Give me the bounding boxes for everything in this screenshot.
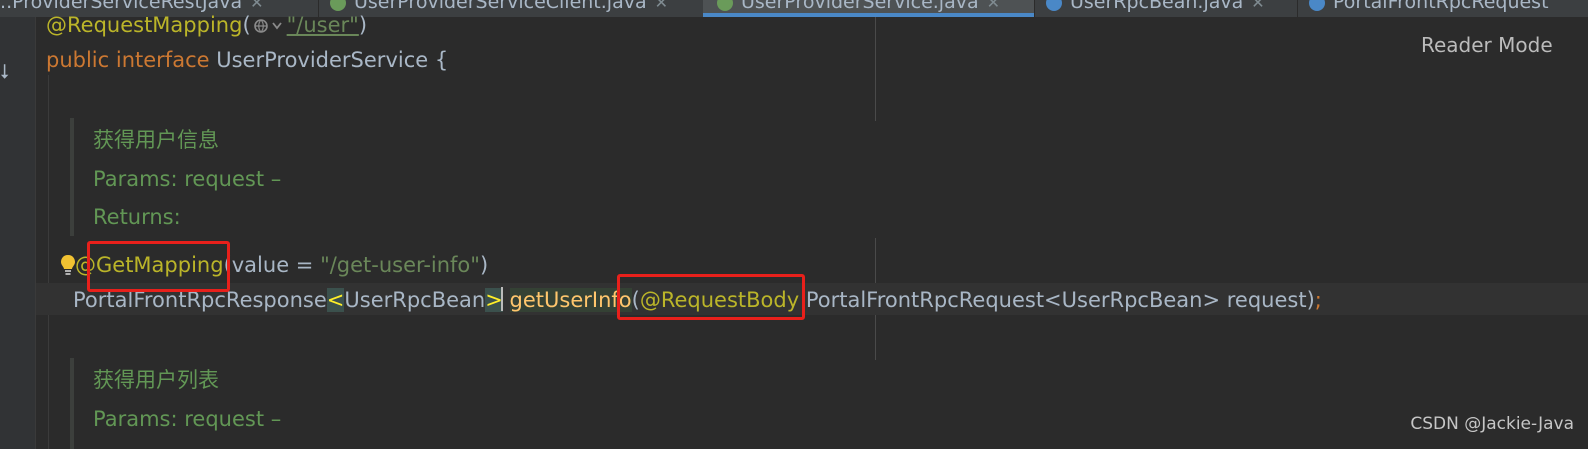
- tab-label: UserProviderServiceClient.java: [354, 0, 647, 13]
- method-parameter[interactable]: PortalFrontRpcRequest<UserRpcBean> reque…: [799, 288, 1307, 312]
- editor-gutter[interactable]: ⭣: [0, 17, 36, 449]
- class-file-icon: [1309, 0, 1325, 11]
- doc-comment-returns: Returns:: [93, 205, 181, 229]
- implementations-arrow-icon[interactable]: ⭣: [0, 61, 9, 81]
- close-icon[interactable]: ✕: [655, 0, 668, 12]
- reader-mode-toggle[interactable]: Reader Mode: [1421, 33, 1553, 57]
- doc-comment-title: 获得用户信息: [93, 128, 219, 152]
- tab-label: UserProviderService.java: [741, 0, 979, 13]
- keyword-interface: interface: [115, 48, 210, 72]
- method-name[interactable]: getUserInfo: [509, 288, 632, 312]
- tab-user-rpc-bean[interactable]: UserRpcBean.java ✕: [1046, 0, 1265, 17]
- request-body-highlight-box: [617, 274, 805, 320]
- close-icon[interactable]: ✕: [250, 0, 263, 12]
- doc-comment-params: Params: request –: [93, 407, 282, 431]
- request-path-link[interactable]: "/user": [287, 13, 359, 37]
- url-mapping-icon[interactable]: [251, 18, 287, 34]
- keyword-public: public: [46, 48, 110, 72]
- class-file-icon: [1046, 0, 1062, 11]
- close-icon[interactable]: ✕: [987, 0, 1000, 12]
- tab-label: UserRpcBean.java: [1070, 0, 1244, 13]
- interface-file-icon: [330, 0, 346, 11]
- right-margin-guide: [875, 17, 876, 121]
- doc-comment-bar: [70, 118, 74, 236]
- close-icon[interactable]: ✕: [1251, 0, 1264, 12]
- indent-guide: [48, 75, 49, 449]
- get-user-info-path: "/get-user-info": [320, 253, 480, 277]
- tab-user-provider-service[interactable]: UserProviderService.java ✕: [703, 0, 1034, 17]
- request-mapping-annotation[interactable]: @RequestMapping: [46, 13, 242, 37]
- get-mapping-highlight-box: [87, 241, 230, 292]
- doc-comment-title: 获得用户列表: [93, 368, 219, 392]
- text-caret: [501, 287, 503, 311]
- doc-comment-bar: [70, 358, 74, 449]
- interface-name[interactable]: UserProviderService: [216, 48, 428, 72]
- lightbulb-icon[interactable]: [60, 254, 76, 276]
- code-line-interface-declaration[interactable]: public interface UserProviderService {: [46, 47, 448, 73]
- watermark: CSDN @Jackie-Java: [1410, 414, 1574, 434]
- generic-type[interactable]: UserRpcBean: [344, 288, 485, 312]
- generic-open-bracket: <: [326, 288, 345, 312]
- interface-file-icon: [717, 0, 733, 11]
- code-line-request-mapping[interactable]: @RequestMapping( "/user"): [46, 12, 367, 38]
- tab-user-provider-service-client[interactable]: UserProviderServiceClient.java ✕: [330, 0, 668, 17]
- doc-comment-params: Params: request –: [93, 167, 282, 191]
- tab-portal-front-rpc-request[interactable]: PortalFrontRpcRequest: [1309, 0, 1549, 17]
- tab-label: PortalFrontRpcRequest: [1333, 0, 1549, 13]
